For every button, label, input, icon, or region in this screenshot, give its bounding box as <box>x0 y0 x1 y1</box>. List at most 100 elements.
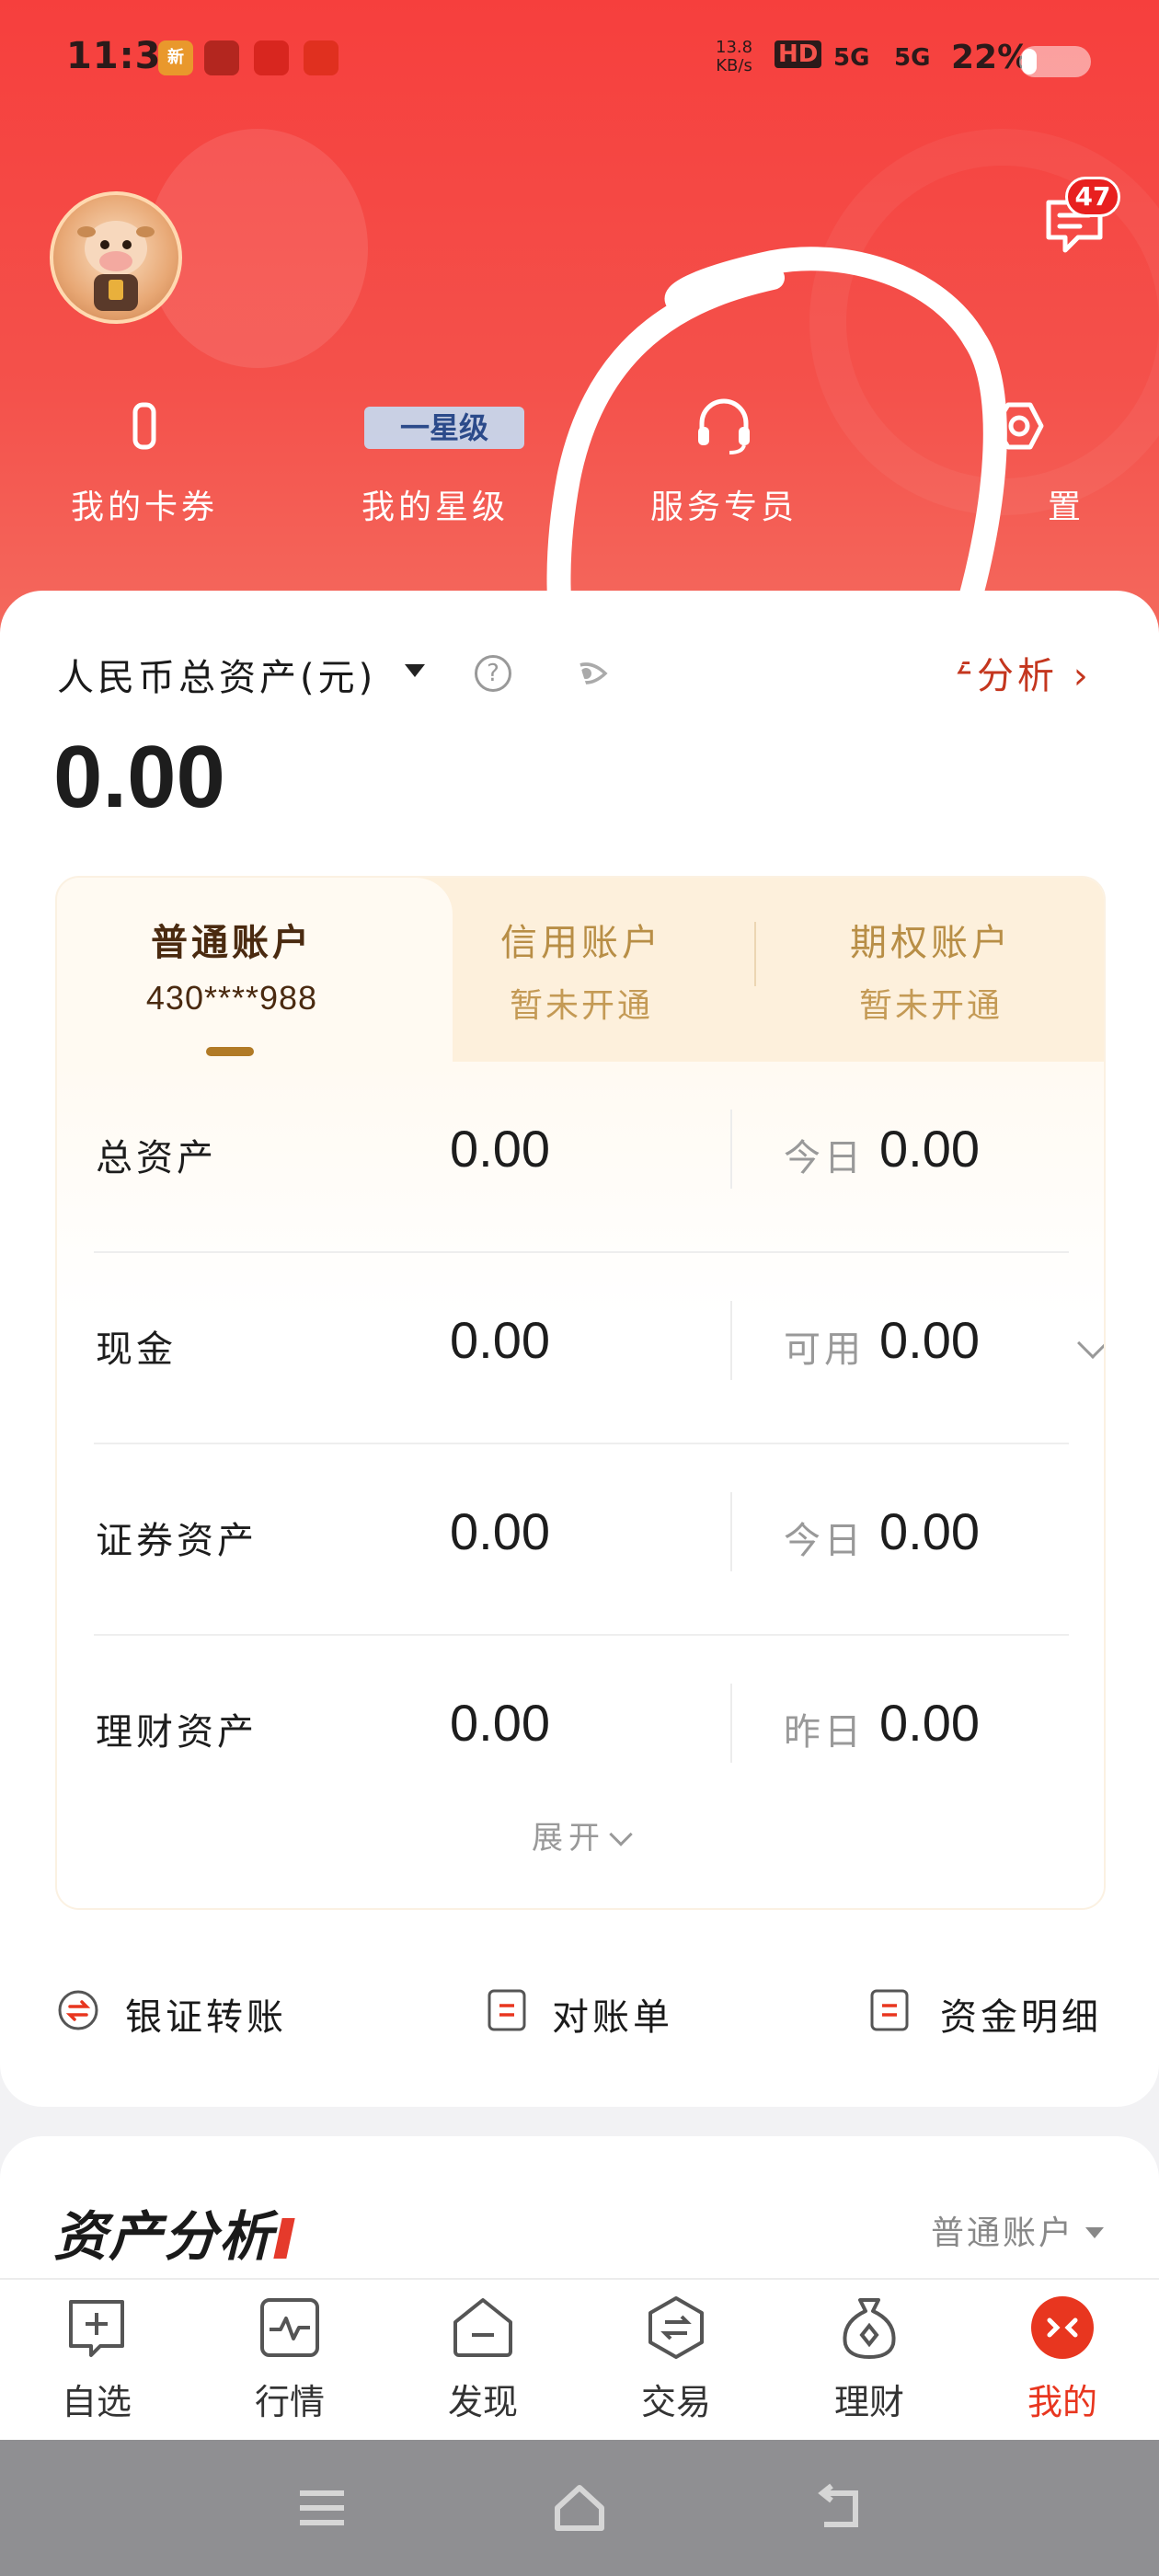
account-tab-title: 期权账户 <box>850 922 1012 964</box>
profile-header: 11:32 新 13.8 KB/s HD 5G 5G 22% 47 我的卡券 我… <box>0 0 1159 644</box>
back-icon[interactable] <box>809 2480 865 2536</box>
row-value: 0.00 <box>450 1311 550 1369</box>
market-icon <box>260 2298 319 2357</box>
nav-label: 我的星级 <box>361 489 509 526</box>
quick-action-label: 资金明细 <box>940 1996 1102 2039</box>
tab-wealth[interactable]: 理财 <box>773 2294 966 2432</box>
wealth-icon <box>843 2298 896 2359</box>
trade-icon <box>648 2296 704 2359</box>
settings-icon <box>993 402 1044 450</box>
account-tab-title: 普通账户 <box>151 922 313 964</box>
profile-icon <box>1031 2296 1094 2359</box>
status-app-icon <box>254 40 289 75</box>
tab-normal-account[interactable]: 普通账户 430****988 <box>57 913 407 1018</box>
account-number: 430****988 <box>145 979 318 1017</box>
avatar-ox-image <box>77 221 155 311</box>
eye-icon[interactable] <box>563 655 609 692</box>
tab-credit-account[interactable]: 信用账户 暂未开通 <box>407 913 756 1027</box>
currency-dropdown-caret[interactable] <box>405 664 425 677</box>
help-icon[interactable]: ? <box>475 655 511 692</box>
status-app-icon: 新 <box>158 40 193 75</box>
avatar[interactable] <box>50 191 182 324</box>
row-securities-assets: 证券资产 0.00 今日 0.00 <box>94 1444 1069 1636</box>
system-navigation-bar <box>0 2440 1159 2576</box>
chevron-down-icon[interactable] <box>1077 1328 1104 1359</box>
statement-button[interactable]: 对账单 <box>486 1980 706 2044</box>
funds-detail-button[interactable]: 资金明细 <box>868 1980 1135 2044</box>
statement-icon <box>488 1989 526 2031</box>
account-tab-status: 暂未开通 <box>509 987 653 1025</box>
account-tab-status: 暂未开通 <box>858 987 1003 1025</box>
tab-market[interactable]: 行情 <box>193 2294 386 2432</box>
menu-icon[interactable] <box>294 2480 350 2536</box>
battery-icon <box>1019 46 1091 77</box>
expand-button[interactable]: 展开 <box>57 1812 1104 1857</box>
account-selector-label: 普通账户 <box>931 2214 1075 2252</box>
row-wealth-assets: 理财资产 0.00 昨日 0.00 <box>94 1636 1069 1827</box>
quick-action-label: 银证转账 <box>125 1996 287 2039</box>
row-total-assets: 总资产 0.00 今日 0.00 <box>94 1062 1069 1253</box>
row-value: 0.00 <box>450 1502 550 1560</box>
funds-detail-icon <box>870 1989 909 2031</box>
asset-analysis-title-text: 资产分析 <box>53 2205 275 2268</box>
tab-trade[interactable]: 交易 <box>580 2294 773 2432</box>
tab-watchlist[interactable]: 自选 <box>0 2294 193 2432</box>
chevron-down-icon <box>609 1823 633 1846</box>
bank-securities-transfer-button[interactable]: 银证转账 <box>57 1980 333 2044</box>
asset-analysis-label: 产分析 <box>936 655 1058 697</box>
card-icon <box>132 402 156 450</box>
nav-label: 服务专员 <box>649 489 798 526</box>
watchlist-icon <box>69 2300 124 2357</box>
asset-analysis-title: 资产分析 <box>53 2193 295 2271</box>
row-value: 0.00 <box>450 1694 550 1752</box>
title-accent-mark <box>273 2218 295 2259</box>
row-subvalue: 0.00 <box>879 1120 980 1178</box>
row-sublabel: 昨日 <box>784 1711 865 1754</box>
tab-label: 行情 <box>254 2382 325 2422</box>
network-speed-value: 13.8 <box>716 38 753 57</box>
row-sublabel: 今日 <box>784 1137 865 1179</box>
tab-label: 理财 <box>833 2382 904 2422</box>
network-speed-unit: KB/s <box>716 56 752 75</box>
quick-action-label: 对账单 <box>552 1996 673 2039</box>
tab-options-account[interactable]: 期权账户 暂未开通 <box>756 913 1104 1027</box>
row-divider <box>730 1301 732 1380</box>
home-icon[interactable] <box>552 2480 607 2536</box>
caret-down-icon <box>1085 2227 1105 2238</box>
tab-label: 发现 <box>447 2382 518 2422</box>
tab-label: 自选 <box>61 2382 132 2422</box>
row-subvalue: 0.00 <box>879 1311 980 1369</box>
transfer-icon <box>58 1990 98 2030</box>
account-details: 总资产 0.00 今日 0.00 现金 0.00 可用 0.00 证券资产 0.… <box>57 1062 1104 1908</box>
tab-label: 我的 <box>1027 2382 1097 2422</box>
nav-my-coupons[interactable]: 我的卡券 <box>39 396 250 526</box>
nav-label: 置 <box>1047 489 1084 526</box>
row-divider <box>730 1110 732 1189</box>
row-subvalue: 0.00 <box>879 1502 980 1560</box>
nav-service-specialist[interactable]: 服务专员 <box>618 396 830 526</box>
row-cash[interactable]: 现金 0.00 可用 0.00 <box>94 1253 1104 1444</box>
star-level-badge: 一星级 <box>364 407 524 449</box>
total-assets-label[interactable]: 人民币总资产(元) <box>57 648 376 701</box>
account-selector[interactable]: 普通账户 <box>931 2206 1105 2254</box>
discover-icon <box>453 2298 512 2357</box>
message-count-badge: 47 <box>1065 177 1120 217</box>
assets-card: 人民币总资产(元) ? 产分析 › 0.00 普通账户 430****988 信… <box>0 591 1159 2107</box>
battery-fill <box>1022 49 1037 75</box>
asset-analysis-link[interactable]: 产分析 › <box>936 646 1092 699</box>
battery-percent: 22% <box>951 39 1031 76</box>
signal-5g-icon: 5G <box>894 44 931 72</box>
row-sublabel: 可用 <box>784 1328 865 1371</box>
tab-profile[interactable]: 我的 <box>966 2294 1159 2432</box>
headset-icon <box>698 398 750 454</box>
network-speed: 13.8 KB/s <box>716 39 752 75</box>
expand-label: 展开 <box>532 1820 605 1857</box>
row-value: 0.00 <box>450 1120 550 1178</box>
row-divider <box>730 1684 732 1763</box>
nav-settings[interactable]: 置 <box>914 396 1126 526</box>
signal-5g-icon: 5G <box>833 44 870 72</box>
tab-discover[interactable]: 发现 <box>386 2294 580 2432</box>
row-sublabel: 今日 <box>784 1520 865 1562</box>
status-app-icon <box>304 40 339 75</box>
account-panel: 普通账户 430****988 信用账户 暂未开通 期权账户 暂未开通 总资产 … <box>55 876 1106 1910</box>
